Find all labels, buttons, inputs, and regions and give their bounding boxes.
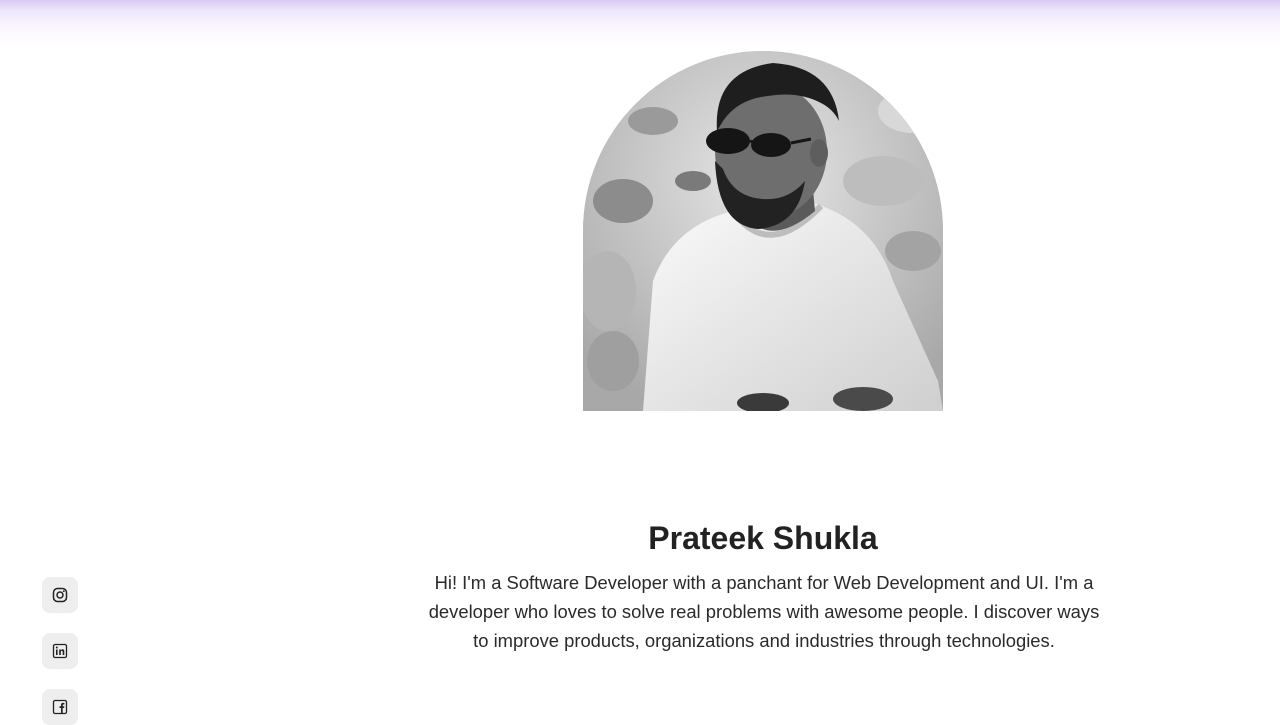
profile-name: Prateek Shukla <box>648 520 878 556</box>
top-gradient-bar <box>0 0 1280 46</box>
profile-photo <box>583 51 943 411</box>
instagram-link[interactable] <box>42 577 78 613</box>
linkedin-icon <box>52 643 68 659</box>
profile-bio: Hi! I'm a Software Developer with a panc… <box>428 572 1100 651</box>
linkedin-link[interactable] <box>42 633 78 669</box>
instagram-icon <box>52 587 68 603</box>
profile-photo-illustration <box>583 51 943 411</box>
facebook-icon <box>52 699 68 715</box>
